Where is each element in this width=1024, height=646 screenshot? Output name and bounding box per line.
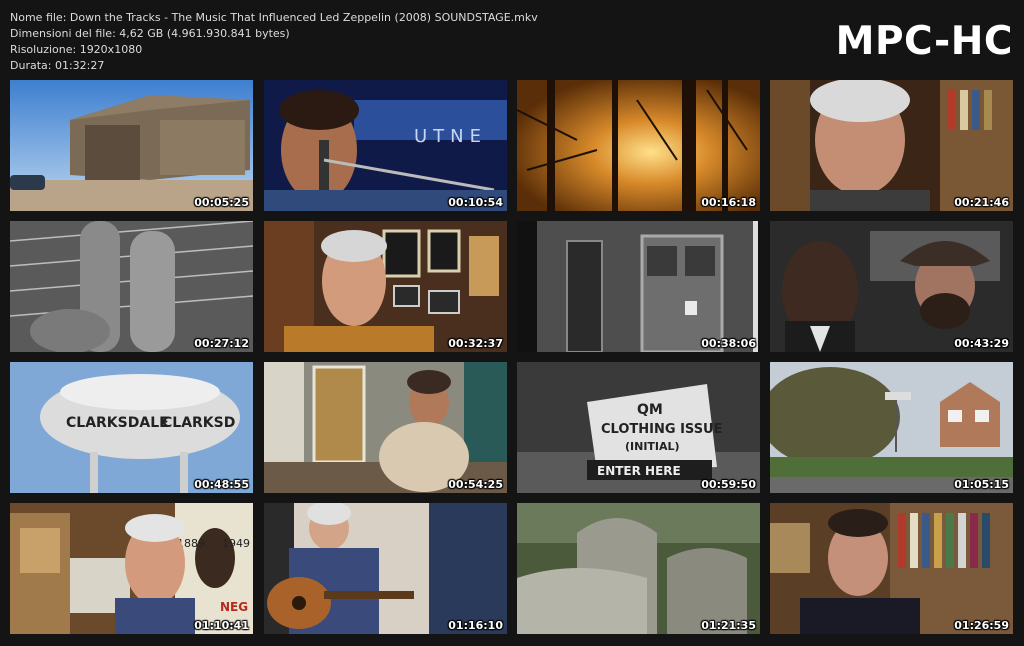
- poster-fragment-text: NEG: [220, 600, 248, 614]
- timestamp: 01:10:41: [194, 619, 249, 632]
- poster-year-2: 1949: [222, 537, 250, 550]
- two-men-car-scene: [770, 221, 1013, 352]
- thumbnail-12[interactable]: 01:05:15: [770, 362, 1013, 493]
- thumbnail-1[interactable]: 00:05:25: [10, 80, 253, 211]
- timestamp: 00:54:25: [448, 478, 503, 491]
- sign-text-line4: ENTER HERE: [597, 464, 681, 478]
- singer-scene: UTNE: [264, 80, 507, 211]
- thumbnail-2[interactable]: UTNE 00:10:54: [264, 80, 507, 211]
- timestamp: 00:10:54: [448, 196, 503, 209]
- timestamp: 00:43:29: [954, 337, 1009, 350]
- sign-text-line2: CLOTHING ISSUE: [601, 422, 723, 437]
- water-tower-scene: CLARKSDALE CLARKSD: [10, 362, 253, 493]
- timestamp: 00:16:18: [701, 196, 756, 209]
- banner-text: UTNE: [414, 126, 487, 147]
- timestamp: 00:32:37: [448, 337, 503, 350]
- man-orange-shirt-scene: [264, 221, 507, 352]
- water-tower-text-left: CLARKSDALE: [66, 415, 169, 431]
- gravestones-scene: [517, 503, 760, 634]
- timestamp: 00:05:25: [194, 196, 249, 209]
- village-road-scene: [770, 362, 1013, 493]
- timestamp: 00:21:46: [954, 196, 1009, 209]
- timestamp: 01:21:35: [701, 619, 756, 632]
- thumbnail-10[interactable]: 00:54:25: [264, 362, 507, 493]
- man-porch-scene: [264, 362, 507, 493]
- thumbnail-6[interactable]: 00:32:37: [264, 221, 507, 352]
- sign-text-line1: QM: [637, 402, 663, 418]
- man-poster-scene: 1889 1949 NEG: [10, 503, 253, 634]
- thumbnail-9[interactable]: CLARKSDALE CLARKSD 00:48:55: [10, 362, 253, 493]
- thumbnail-8[interactable]: 00:43:29: [770, 221, 1013, 352]
- timestamp: 00:48:55: [194, 478, 249, 491]
- thumbnail-4[interactable]: 00:21:46: [770, 80, 1013, 211]
- man-glasses-books-scene: [770, 503, 1013, 634]
- shack-scene: [10, 80, 253, 211]
- thumbnail-5[interactable]: 00:27:12: [10, 221, 253, 352]
- thumbnail-15[interactable]: 01:21:35: [517, 503, 760, 634]
- water-tower-text-right: CLARKSD: [162, 415, 235, 431]
- thumbnail-16[interactable]: 01:26:59: [770, 503, 1013, 634]
- timestamp: 01:16:10: [448, 619, 503, 632]
- guitar-strings-scene: [10, 221, 253, 352]
- thumbnail-3[interactable]: 00:16:18: [517, 80, 760, 211]
- thumbnail-14[interactable]: 01:16:10: [264, 503, 507, 634]
- timestamp: 01:26:59: [954, 619, 1009, 632]
- brick-door-scene: [517, 221, 760, 352]
- sunset-trees-scene: [517, 80, 760, 211]
- man-guitar-scene: [264, 503, 507, 634]
- old-man-books-scene: [770, 80, 1013, 211]
- thumbnail-13[interactable]: 1889 1949 NEG 01:10:41: [10, 503, 253, 634]
- clothing-sign-scene: QM CLOTHING ISSUE (INITIAL) ENTER HERE: [517, 362, 760, 493]
- sign-text-line3: (INITIAL): [625, 440, 680, 453]
- timestamp: 00:59:50: [701, 478, 756, 491]
- thumbnail-grid: 00:05:25 UTNE 00:10:54 00:16:18 00:21:46…: [0, 0, 1024, 646]
- timestamp: 00:27:12: [194, 337, 249, 350]
- thumbnail-7[interactable]: 00:38:06: [517, 221, 760, 352]
- thumbnail-11[interactable]: QM CLOTHING ISSUE (INITIAL) ENTER HERE 0…: [517, 362, 760, 493]
- timestamp: 00:38:06: [701, 337, 756, 350]
- timestamp: 01:05:15: [954, 478, 1009, 491]
